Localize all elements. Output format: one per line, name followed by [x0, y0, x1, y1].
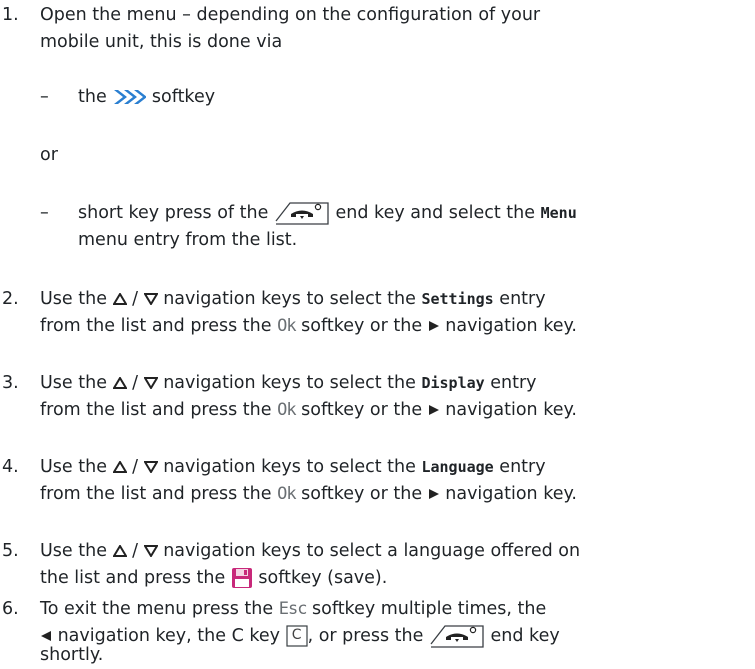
instruction-list: 1. Open the menu – depending on the conf… — [0, 0, 755, 668]
list-dash: – — [40, 203, 49, 223]
menu-entry-label: Display — [421, 374, 485, 392]
step-text: navigation key, the C key C , or press t… — [40, 623, 560, 650]
text: / — [132, 373, 139, 393]
option-text-post: softkey — [151, 87, 216, 107]
text: To exit the menu press the — [40, 599, 274, 619]
step-line: Open the menu – depending on the configu… — [40, 5, 541, 25]
triangle-right-icon — [428, 488, 440, 500]
triangle-up-icon — [112, 377, 127, 389]
step-text: Use the / navigation keys to select the … — [40, 370, 577, 424]
c-key-icon: C — [285, 625, 308, 647]
phone-end-key-icon — [429, 624, 485, 648]
text: Use the — [40, 373, 107, 393]
step-number: 5. — [2, 541, 19, 561]
text: entry — [499, 457, 546, 477]
step-text: Open the menu – depending on the configu… — [40, 2, 540, 56]
text: navigation key. — [445, 484, 577, 504]
phone-end-key-icon — [274, 201, 330, 225]
text: Use the — [40, 541, 107, 561]
menu-entry-label: Menu — [540, 204, 577, 222]
ok-softkey-label: Ok — [277, 316, 297, 336]
or-text: or — [40, 142, 755, 169]
triangle-right-icon — [428, 404, 440, 416]
option-text-pre: the — [78, 87, 107, 107]
list-dash: – — [40, 87, 49, 107]
c-key-label: C — [291, 627, 302, 643]
text: the list and press the — [40, 568, 226, 588]
text: , or press the — [307, 626, 424, 646]
option-text: short key press of the end key and selec… — [78, 200, 577, 254]
triangle-up-icon — [112, 293, 127, 305]
step-text: Use the / navigation keys to select the … — [40, 454, 577, 508]
text: entry — [499, 289, 546, 309]
step-number: 3. — [2, 373, 19, 393]
option-text-line2: menu entry from the list. — [78, 230, 298, 250]
ok-softkey-label: Ok — [277, 484, 297, 504]
triangle-up-icon — [112, 461, 127, 473]
floppy-disk-icon — [231, 567, 253, 589]
triangle-down-icon — [143, 545, 158, 557]
text: Use the — [40, 289, 107, 309]
text: navigation keys to select the — [163, 289, 416, 309]
option-text: the softkey — [78, 84, 215, 111]
step-text: shortly. — [40, 645, 104, 665]
text: navigation keys to select a language off… — [163, 541, 581, 561]
menu-entry-label: Settings — [421, 290, 494, 308]
step-text: To exit the menu press the Esc softkey m… — [40, 596, 546, 623]
text: end key — [490, 626, 560, 646]
text: from the list and press the — [40, 484, 272, 504]
text: / — [132, 289, 139, 309]
text: softkey or the — [301, 316, 423, 336]
ok-softkey-label: Ok — [277, 400, 297, 420]
text: softkey multiple times, the — [312, 599, 547, 619]
step-number: 1. — [2, 5, 19, 25]
or-label: or — [40, 145, 58, 165]
text: from the list and press the — [40, 400, 272, 420]
text: softkey (save). — [258, 568, 388, 588]
text: / — [132, 457, 139, 477]
triangle-down-icon — [143, 377, 158, 389]
text: softkey or the — [301, 484, 423, 504]
step-text: Use the / navigation keys to select a la… — [40, 538, 580, 592]
text: navigation key. — [445, 400, 577, 420]
step-text: Use the / navigation keys to select the … — [40, 286, 577, 340]
text: Use the — [40, 457, 107, 477]
text: / — [132, 541, 139, 561]
triangle-right-icon — [428, 320, 440, 332]
text: softkey or the — [301, 400, 423, 420]
text: navigation keys to select the — [163, 373, 416, 393]
step-number: 6. — [2, 599, 19, 619]
step-line: mobile unit, this is done via — [40, 32, 283, 52]
triangle-down-icon — [143, 461, 158, 473]
option-text-mid: end key and select the — [335, 203, 536, 223]
text: from the list and press the — [40, 316, 272, 336]
esc-softkey-label: Esc — [278, 599, 308, 619]
double-chevron-right-icon — [112, 88, 147, 106]
triangle-left-icon — [40, 630, 52, 642]
menu-entry-label: Language — [421, 458, 494, 476]
text: navigation key. — [445, 316, 577, 336]
step-number: 2. — [2, 289, 19, 309]
text: entry — [490, 373, 537, 393]
triangle-down-icon — [143, 293, 158, 305]
option-text-pre: short key press of the — [78, 203, 269, 223]
triangle-up-icon — [112, 545, 127, 557]
step-number: 4. — [2, 457, 19, 477]
text: navigation keys to select the — [163, 457, 416, 477]
